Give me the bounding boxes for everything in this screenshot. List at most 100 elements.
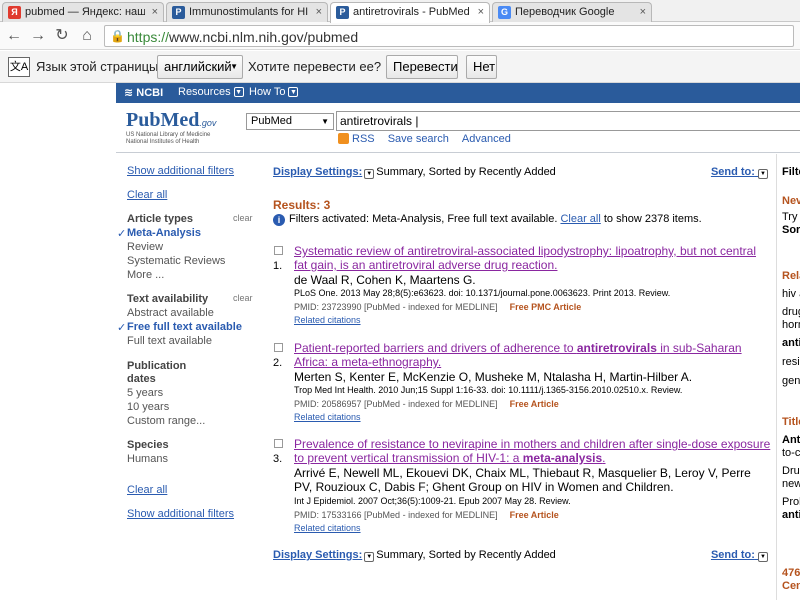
filter-full-text[interactable]: Full text available: [127, 335, 212, 347]
filter-custom-range[interactable]: Custom range...: [127, 415, 205, 427]
pubmed-favicon-icon: P: [172, 6, 185, 19]
filter-free-full-text[interactable]: Free full text available: [127, 321, 242, 333]
send-to-bottom[interactable]: Send to: ▼: [711, 549, 768, 562]
browser-tab-antiretrovirals[interactable]: P antiretrovirals - PubMed - ×: [330, 2, 490, 23]
right-sidebar-link[interactable]: antir: [782, 337, 800, 349]
browser-tab-immunostimulants[interactable]: P Immunostimulants for HI ×: [166, 2, 328, 22]
pubmed-logo[interactable]: PubMed.gov US National Library of Medici…: [126, 109, 216, 146]
filters-note-text: Filters activated: Meta-Analysis, Free f…: [289, 213, 558, 225]
filter-5-years[interactable]: 5 years: [127, 387, 163, 399]
species-heading: Species: [127, 439, 169, 451]
result-pmid-line: PMID: 17533166 [PubMed - indexed for MED…: [294, 510, 559, 520]
filter-meta-analysis[interactable]: Meta-Analysis: [127, 227, 201, 239]
search-query-text: antiretrovirals: [340, 114, 413, 128]
result-item: 1. Systematic review of antiretroviral-a…: [272, 244, 772, 328]
database-select[interactable]: PubMed ▼: [246, 113, 334, 130]
result-checkbox[interactable]: [274, 439, 283, 448]
send-to-label: Send to:: [710, 166, 755, 178]
result-title-link[interactable]: Prevalence of resistance to nevirapine i…: [294, 437, 772, 465]
related-citations-link[interactable]: Related citations: [294, 412, 361, 422]
back-arrow-icon[interactable]: ←: [4, 26, 24, 46]
result-number: 2.: [273, 357, 283, 369]
display-settings-label[interactable]: Display Settings:: [273, 549, 362, 561]
clear-all-filters-link-bottom[interactable]: Clear all: [127, 484, 167, 496]
right-sidebar-link[interactable]: Anti: [782, 434, 800, 446]
translate-bar: 文A Язык этой страницы английский ▼ Хотит…: [0, 51, 800, 83]
checkmark-icon: ✓: [117, 228, 127, 240]
show-additional-filters-link[interactable]: Show additional filters: [127, 165, 234, 177]
display-settings-bottom[interactable]: Display Settings: ▼ Summary, Sorted by Rec…: [273, 549, 556, 562]
reload-icon[interactable]: ↻: [52, 26, 72, 46]
rss-link[interactable]: RSS: [352, 133, 375, 145]
display-settings-label[interactable]: Display Settings:: [273, 166, 362, 178]
no-translate-button[interactable]: Нет: [466, 55, 497, 79]
clear-all-filters-link[interactable]: Clear all: [127, 189, 167, 201]
tab-close-icon[interactable]: ×: [152, 3, 158, 21]
browser-tab-yandex[interactable]: Я pubmed — Яндекс: нашё ×: [2, 2, 164, 22]
info-icon: i: [273, 214, 285, 226]
result-pmid: PMID: 20586957 [PubMed - indexed for MED…: [294, 399, 498, 409]
right-sidebar-link[interactable]: antir: [782, 509, 800, 521]
right-sidebar-text: 476: [782, 567, 800, 579]
right-sidebar-link[interactable]: new: [782, 478, 800, 490]
related-citations-link[interactable]: Related citations: [294, 315, 361, 325]
result-checkbox[interactable]: [274, 343, 283, 352]
howto-label: How To: [249, 86, 286, 98]
chevron-down-icon[interactable]: ▼: [364, 169, 375, 179]
database-select-value: PubMed: [251, 115, 292, 127]
chevron-down-icon[interactable]: ▼: [364, 552, 375, 562]
free-article-link[interactable]: Free PMC Article: [510, 302, 582, 312]
advanced-search-link[interactable]: Advanced: [462, 133, 511, 145]
translate-prompt: Хотите перевести ее?: [248, 59, 382, 74]
browser-tab-google-translate[interactable]: G Переводчик Google ×: [492, 2, 652, 22]
home-icon[interactable]: ⌂: [77, 26, 97, 46]
clear-text-availability-link[interactable]: clear: [233, 293, 253, 303]
clear-article-types-link[interactable]: clear: [233, 213, 253, 223]
related-citations-link[interactable]: Related citations: [294, 523, 361, 533]
filter-humans[interactable]: Humans: [127, 453, 168, 465]
right-sidebar-link[interactable]: to-ch: [782, 447, 800, 459]
free-article-link[interactable]: Free Article: [510, 399, 559, 409]
right-sidebar-link[interactable]: gene: [782, 375, 800, 387]
free-article-link[interactable]: Free Article: [510, 510, 559, 520]
resources-menu[interactable]: Resources ▼: [178, 86, 244, 98]
howto-menu[interactable]: How To ▼: [249, 86, 299, 98]
pubmed-header: PubMed.gov US National Library of Medici…: [116, 103, 800, 153]
text-availability-heading: Text availability: [127, 293, 209, 305]
filter-more-article-types[interactable]: More ...: [127, 269, 164, 281]
result-item: 2. Patient-reported barriers and drivers…: [272, 341, 772, 425]
tab-close-icon[interactable]: ×: [478, 3, 484, 21]
language-select[interactable]: английский ▼: [157, 55, 243, 79]
translate-button[interactable]: Перевести: [386, 55, 458, 79]
clear-all-link[interactable]: Clear all: [560, 213, 600, 225]
ncbi-bar: ≋ NCBI Resources ▼ How To ▼: [116, 83, 800, 103]
search-input[interactable]: antiretrovirals |: [336, 111, 800, 131]
filter-review[interactable]: Review: [127, 241, 163, 253]
result-title-link[interactable]: Systematic review of antiretroviral-asso…: [294, 244, 772, 272]
right-sidebar-link[interactable]: hiv a: [782, 288, 800, 300]
right-sidebar-link[interactable]: Drug: [782, 465, 800, 477]
right-sidebar-link[interactable]: horm: [782, 319, 800, 331]
ncbi-logo-icon: ≋: [124, 87, 137, 99]
right-sidebar-link[interactable]: resis: [782, 356, 800, 368]
filter-10-years[interactable]: 10 years: [127, 401, 169, 413]
tab-close-icon[interactable]: ×: [640, 3, 646, 21]
forward-arrow-icon[interactable]: →: [28, 26, 48, 46]
filters-note-suffix: to show 2378 items.: [603, 213, 702, 225]
result-title-link[interactable]: Patient-reported barriers and drivers of…: [294, 341, 772, 369]
display-settings-top[interactable]: Display Settings: ▼ Summary, Sorted by Rec…: [273, 166, 556, 179]
right-sidebar-link[interactable]: drug: [782, 306, 800, 318]
ncbi-logo[interactable]: ≋ NCBI: [124, 86, 163, 99]
chevron-down-icon: ▼: [233, 87, 244, 97]
save-search-link[interactable]: Save search: [388, 133, 449, 145]
filter-systematic-reviews[interactable]: Systematic Reviews: [127, 255, 225, 267]
right-sidebar-link[interactable]: Prob: [782, 496, 800, 508]
tab-close-icon[interactable]: ×: [316, 3, 322, 21]
filter-abstract-available[interactable]: Abstract available: [127, 307, 214, 319]
send-to-top[interactable]: Send to: ▼: [711, 166, 768, 179]
article-types-heading: Article types: [127, 213, 194, 225]
tab-label: pubmed — Яндекс: нашё: [25, 6, 145, 18]
show-additional-filters-link-bottom[interactable]: Show additional filters: [127, 508, 234, 520]
result-checkbox[interactable]: [274, 246, 283, 255]
address-bar[interactable]: 🔒 https://www.ncbi.nlm.nih.gov/pubmed: [104, 25, 794, 47]
